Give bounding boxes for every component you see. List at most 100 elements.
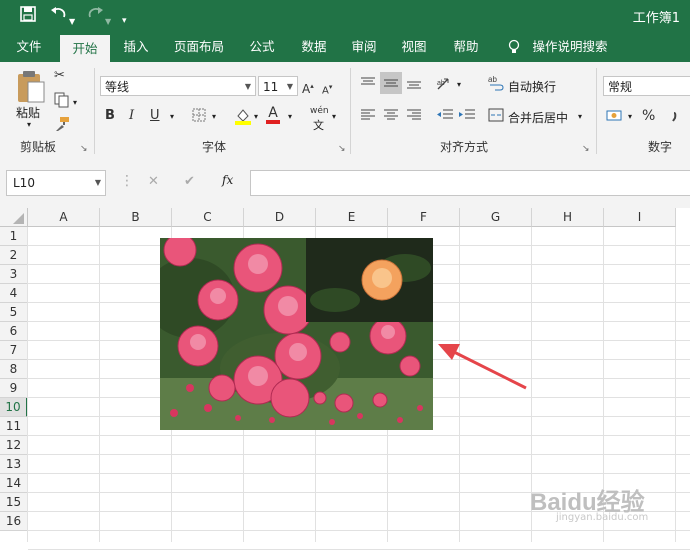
row-header-6[interactable]: 6 xyxy=(0,322,28,341)
row-header-10[interactable]: 10 xyxy=(0,398,28,417)
borders-dropdown-icon[interactable]: ▾ xyxy=(212,112,216,121)
row-header-14[interactable]: 14 xyxy=(0,474,28,493)
decrease-font-icon[interactable]: A▾ xyxy=(322,79,332,99)
tab-help[interactable]: 帮助 xyxy=(444,32,488,62)
row-header-3[interactable]: 3 xyxy=(0,265,28,284)
alignment-launcher-icon[interactable]: ↘ xyxy=(582,144,590,154)
rose-picture[interactable] xyxy=(160,238,433,430)
underline-dropdown-icon[interactable]: ▾ xyxy=(170,112,174,121)
name-box[interactable]: L10 ▼ xyxy=(6,170,106,196)
undo-icon[interactable] xyxy=(50,6,68,27)
column-header-e[interactable]: E xyxy=(316,208,388,227)
wrap-text-icon[interactable]: ab xyxy=(488,75,504,96)
format-painter-icon[interactable] xyxy=(54,116,70,137)
row-header-1[interactable]: 1 xyxy=(0,227,28,246)
wrap-text-button[interactable]: 自动换行 xyxy=(508,78,556,95)
row-header-13[interactable]: 13 xyxy=(0,455,28,474)
align-left-icon[interactable] xyxy=(360,108,376,127)
tab-insert[interactable]: 插入 xyxy=(114,32,158,62)
row-header-11[interactable]: 11 xyxy=(0,417,28,436)
row-header-9[interactable]: 9 xyxy=(0,379,28,398)
number-format-dropdown[interactable]: 常规 xyxy=(603,76,690,96)
increase-font-icon[interactable]: A▴ xyxy=(302,78,314,97)
confirm-edit-button[interactable]: ✔ xyxy=(184,174,195,189)
column-header-c[interactable]: C xyxy=(172,208,244,227)
row-header-4[interactable]: 4 xyxy=(0,284,28,303)
font-color-dropdown-icon[interactable]: ▾ xyxy=(288,112,292,121)
align-center-icon[interactable] xyxy=(383,108,399,127)
phonetic-dropdown-icon[interactable]: ▾ xyxy=(332,112,336,121)
tab-formulas[interactable]: 公式 xyxy=(240,32,284,62)
tab-home[interactable]: 开始 xyxy=(60,35,110,62)
orientation-icon[interactable]: ab xyxy=(436,76,454,97)
row-header-5[interactable]: 5 xyxy=(0,303,28,322)
lightbulb-icon xyxy=(508,39,520,58)
alignment-group-label: 对齐方式 xyxy=(440,140,489,154)
tab-page-layout[interactable]: 页面布局 xyxy=(168,32,230,62)
paste-label[interactable]: 粘贴 xyxy=(16,104,40,121)
merge-dropdown-icon[interactable]: ▾ xyxy=(578,112,582,121)
accounting-format-icon[interactable] xyxy=(606,108,624,129)
clipboard-launcher-icon[interactable]: ↘ xyxy=(80,144,88,154)
bold-button[interactable]: B xyxy=(105,108,115,124)
column-header-a[interactable]: A xyxy=(28,208,100,227)
accounting-dropdown-icon[interactable]: ▾ xyxy=(628,112,632,121)
decrease-indent-icon[interactable] xyxy=(436,108,454,127)
paste-icon[interactable] xyxy=(16,70,46,107)
borders-icon[interactable] xyxy=(192,108,206,127)
font-launcher-icon[interactable]: ↘ xyxy=(338,144,346,154)
redo-icon[interactable] xyxy=(86,6,104,27)
row-header-12[interactable]: 12 xyxy=(0,436,28,455)
tab-view[interactable]: 视图 xyxy=(392,32,436,62)
font-size-dropdown[interactable]: 11 ▼ xyxy=(258,76,298,96)
underline-button[interactable]: U xyxy=(150,108,160,124)
row-header-8[interactable]: 8 xyxy=(0,360,28,379)
cancel-edit-button[interactable]: ✕ xyxy=(148,174,159,189)
comma-style-icon[interactable] xyxy=(668,109,682,127)
tell-me-search[interactable]: 操作说明搜索 xyxy=(528,32,612,62)
merge-center-button[interactable]: 合并后居中 xyxy=(508,109,568,126)
redo-dropdown-icon[interactable]: ▼ xyxy=(105,12,111,32)
number-group-label: 数字 xyxy=(648,140,673,154)
fill-color-dropdown-icon[interactable]: ▾ xyxy=(254,112,258,121)
tab-file[interactable]: 文件 xyxy=(8,32,50,62)
insert-function-button[interactable]: fx xyxy=(222,173,233,187)
tab-review[interactable]: 审阅 xyxy=(342,32,386,62)
merge-center-icon[interactable] xyxy=(488,108,504,127)
phonetic-button[interactable]: wén xyxy=(310,106,329,116)
font-name-dropdown[interactable]: 等线 ▼ xyxy=(100,76,256,96)
column-header-d[interactable]: D xyxy=(244,208,316,227)
column-header-h[interactable]: H xyxy=(532,208,604,227)
row-header-2[interactable]: 2 xyxy=(0,246,28,265)
paste-dropdown-icon[interactable]: ▾ xyxy=(27,120,31,129)
copy-icon[interactable] xyxy=(54,92,70,113)
fill-color-icon[interactable] xyxy=(234,107,252,130)
save-icon[interactable] xyxy=(20,6,36,27)
select-all-button[interactable] xyxy=(0,208,28,227)
column-header-i[interactable]: I xyxy=(604,208,676,227)
row-header-16[interactable]: 16 xyxy=(0,512,28,531)
formula-input[interactable] xyxy=(250,170,690,196)
italic-button[interactable]: I xyxy=(129,108,134,124)
orientation-dropdown-icon[interactable]: ▾ xyxy=(457,80,461,89)
column-header-f[interactable]: F xyxy=(388,208,460,227)
customize-toolbar-icon[interactable]: ▾ xyxy=(122,11,127,31)
increase-indent-icon[interactable] xyxy=(458,108,476,127)
row-header-7[interactable]: 7 xyxy=(0,341,28,360)
align-bottom-icon[interactable] xyxy=(406,76,422,95)
gridline-horizontal xyxy=(28,435,690,436)
column-header-g[interactable]: G xyxy=(460,208,532,227)
cut-icon[interactable]: ✂ xyxy=(54,68,65,84)
tab-data[interactable]: 数据 xyxy=(292,32,336,62)
percent-button[interactable]: % xyxy=(642,108,655,124)
font-color-button[interactable]: A xyxy=(266,106,280,124)
undo-dropdown-icon[interactable]: ▼ xyxy=(69,12,75,32)
gridline-horizontal xyxy=(28,530,690,531)
align-top-icon[interactable] xyxy=(360,76,376,95)
font-group-label: 字体 xyxy=(202,140,227,154)
row-header-15[interactable]: 15 xyxy=(0,493,28,512)
align-right-icon[interactable] xyxy=(406,108,422,127)
copy-dropdown-icon[interactable]: ▾ xyxy=(73,98,77,107)
column-header-b[interactable]: B xyxy=(100,208,172,227)
align-middle-icon[interactable] xyxy=(380,72,402,94)
